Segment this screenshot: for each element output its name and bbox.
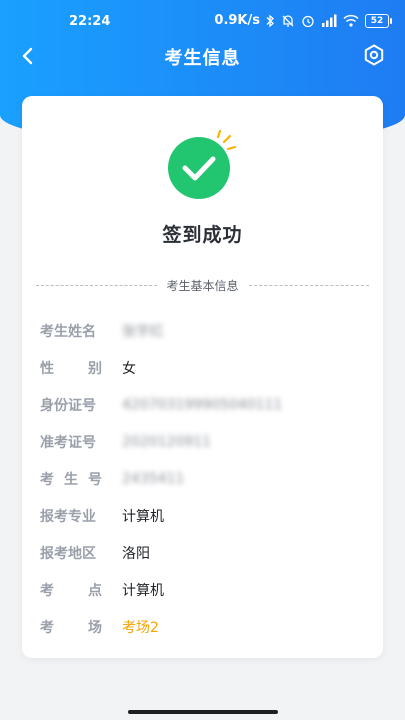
info-value-name: 张宇红 [122, 323, 164, 340]
info-row-major: 报考专业 计算机 [40, 497, 373, 534]
info-label: 考 场 [40, 617, 102, 637]
section-divider: 考生基本信息 [36, 276, 370, 294]
info-label: 报考专业 [40, 508, 96, 525]
info-row-name: 考生姓名 张宇红 [40, 312, 373, 349]
battery-icon: 52 [365, 13, 392, 28]
divider-line-left [36, 284, 157, 286]
info-value-region: 洛阳 [122, 545, 150, 562]
info-label: 身份证号 [40, 397, 96, 414]
info-row-candidate-number: 考 生 号 2435411 [40, 460, 373, 497]
info-label-char: 生 [64, 471, 78, 488]
info-value-gender: 女 [122, 360, 136, 377]
section-label: 考生基本信息 [166, 278, 239, 293]
info-value-major: 计算机 [122, 508, 164, 525]
alarm-icon [302, 15, 314, 27]
wifi-icon [343, 14, 359, 27]
info-row-admission-number: 准考证号 2020120911 [40, 423, 373, 460]
info-label-char: 号 [88, 471, 102, 488]
info-row-exam-site: 考 点 计算机 [40, 571, 373, 608]
settings-icon [364, 44, 384, 66]
info-label-char: 考 [40, 471, 54, 488]
info-label-char: 点 [88, 582, 102, 599]
checkin-card: 签到成功 考生基本信息 考生姓名 张宇红 性 别 女 身份证号 42070319… [22, 96, 383, 658]
settings-button[interactable] [363, 44, 385, 66]
bell-muted-icon [282, 14, 294, 27]
info-value-id-number: 420703199905040111 [122, 396, 283, 413]
info-label: 考 点 [40, 580, 102, 600]
candidate-info-list: 考生姓名 张宇红 性 别 女 身份证号 420703199905040111 准… [40, 312, 373, 645]
info-label-char: 性 [40, 360, 54, 377]
checkin-success-title: 签到成功 [162, 224, 243, 246]
info-label: 报考地区 [40, 545, 96, 562]
info-label: 考 生 号 [40, 469, 102, 489]
status-bar: 22:24 0.9K/s 52 [0, 0, 405, 42]
info-row-exam-room: 考 场 考场2 [40, 608, 373, 645]
info-value-exam-site: 计算机 [122, 582, 164, 599]
info-label-char: 别 [88, 360, 102, 377]
info-label: 性 别 [40, 358, 102, 378]
bluetooth-icon [266, 14, 274, 27]
nav-bar: 考生信息 [0, 38, 405, 74]
info-label-char: 考 [40, 619, 54, 636]
info-row-id-number: 身份证号 420703199905040111 [40, 386, 373, 423]
info-value-candidate-number: 2435411 [122, 470, 185, 487]
info-value-admission-number: 2020120911 [122, 433, 212, 450]
network-speed: 0.9K/s [214, 13, 260, 28]
status-icons: 0.9K/s 52 [214, 13, 392, 28]
info-label: 准考证号 [40, 434, 96, 451]
success-check-icon [168, 130, 237, 199]
divider-line-right [248, 284, 370, 286]
signal-icon [322, 14, 337, 27]
info-row-region: 报考地区 洛阳 [40, 534, 373, 571]
home-indicator[interactable] [128, 710, 278, 714]
page-title: 考生信息 [164, 48, 241, 69]
status-time: 22:24 [69, 14, 111, 29]
info-value-exam-room: 考场2 [122, 619, 159, 636]
info-row-gender: 性 别 女 [40, 349, 373, 386]
info-label: 考生姓名 [40, 323, 96, 340]
info-label-char: 考 [40, 582, 54, 599]
info-label-char: 场 [88, 619, 102, 636]
